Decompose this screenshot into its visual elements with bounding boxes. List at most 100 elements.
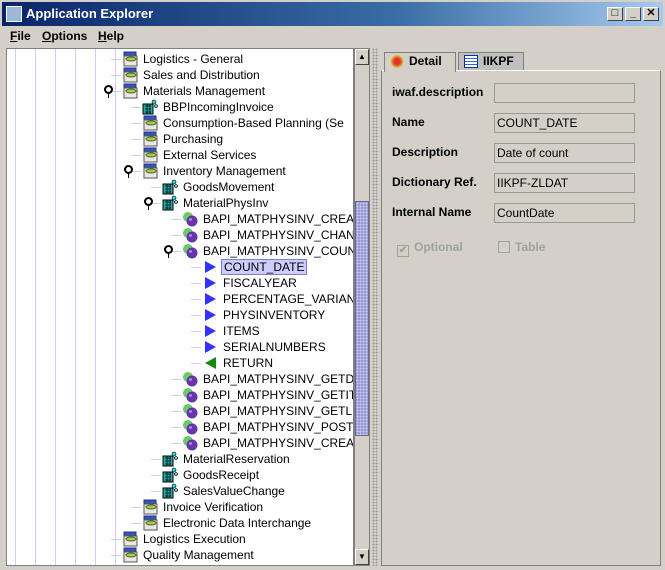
tree-connector bbox=[191, 283, 201, 284]
field-value[interactable]: IIKPF-ZLDAT bbox=[494, 173, 635, 193]
tree-connector bbox=[171, 443, 181, 444]
tree-guide-line bbox=[115, 49, 116, 565]
tree-connector bbox=[191, 331, 201, 332]
field-value[interactable]: COUNT_DATE bbox=[494, 113, 635, 133]
method-icon bbox=[182, 387, 198, 403]
menu-help[interactable]: Help bbox=[98, 29, 124, 43]
menu-options[interactable]: Options bbox=[42, 29, 87, 43]
folder-icon bbox=[142, 131, 158, 147]
split-pane-divider[interactable] bbox=[372, 48, 378, 566]
tree-connector bbox=[131, 507, 141, 508]
tree-connector bbox=[191, 267, 201, 268]
folder-icon bbox=[122, 51, 138, 67]
tree-connector bbox=[111, 539, 121, 540]
expand-handle-icon[interactable] bbox=[144, 197, 153, 210]
tree-node-label: Inventory Management bbox=[163, 164, 286, 178]
close-button[interactable]: ✕ bbox=[643, 7, 659, 21]
tree-connector bbox=[131, 107, 141, 108]
method-icon bbox=[182, 419, 198, 435]
table-icon bbox=[464, 55, 478, 68]
tree-connector bbox=[191, 363, 201, 364]
tree-node-label: RETURN bbox=[223, 356, 273, 370]
tree-connector bbox=[151, 459, 161, 460]
method-icon bbox=[182, 403, 198, 419]
tree-connector bbox=[171, 219, 181, 220]
expand-handle-icon[interactable] bbox=[104, 85, 113, 98]
tree-scrollbar[interactable]: ▲ ▼ bbox=[354, 48, 370, 566]
business-object-icon bbox=[162, 179, 178, 195]
maximize-button[interactable]: □ bbox=[607, 7, 623, 21]
tree-node-label: SalesValueChange bbox=[183, 484, 285, 498]
tree-connector bbox=[111, 555, 121, 556]
tree-node-label: COUNT_DATE bbox=[221, 259, 308, 275]
folder-icon bbox=[122, 83, 138, 99]
menu-file[interactable]: File bbox=[10, 29, 31, 43]
checkbox-label: Table bbox=[515, 240, 546, 254]
tree-node-label: BAPI_MATPHYSINV_CHAN bbox=[203, 228, 354, 242]
tree-connector bbox=[111, 59, 121, 60]
tree-connector bbox=[151, 475, 161, 476]
tree-node-label: Sales and Distribution bbox=[143, 68, 260, 82]
tab-label: Detail bbox=[409, 54, 442, 68]
method-icon bbox=[182, 243, 198, 259]
field-value[interactable]: CountDate bbox=[494, 203, 635, 223]
tree-node-label: PHYSINVENTORY bbox=[223, 308, 326, 322]
import-param-icon bbox=[202, 323, 218, 339]
tree-node-label: Electronic Data Interchange bbox=[163, 516, 312, 530]
tree-guide-line bbox=[75, 49, 76, 565]
tree-node-label: External Services bbox=[163, 148, 257, 162]
tree-connector bbox=[191, 299, 201, 300]
tree-node-label: Consumption-Based Planning (Se bbox=[163, 116, 344, 130]
tab-detail[interactable]: Detail bbox=[384, 52, 456, 72]
business-object-icon bbox=[142, 99, 158, 115]
tree-guide-line bbox=[55, 49, 56, 565]
tree-connector bbox=[171, 235, 181, 236]
window-title: Application Explorer bbox=[26, 6, 154, 21]
tree-connector bbox=[171, 395, 181, 396]
field-label: Internal Name bbox=[392, 205, 472, 219]
import-param-icon bbox=[202, 291, 218, 307]
tree-connector bbox=[131, 123, 141, 124]
field-label: iwaf.description bbox=[392, 85, 484, 99]
folder-icon bbox=[142, 147, 158, 163]
folder-icon bbox=[122, 547, 138, 563]
optional-checkbox[interactable]: ✔ Optional bbox=[397, 240, 463, 257]
tree-node-label: BAPI_MATPHYSINV_COUN bbox=[203, 244, 354, 258]
checkbox-checked-icon: ✔ bbox=[397, 245, 409, 257]
detail-icon bbox=[390, 55, 404, 68]
tree-node-label: BAPI_MATPHYSINV_CREA bbox=[203, 212, 354, 226]
scroll-thumb[interactable] bbox=[355, 201, 369, 436]
expand-handle-icon[interactable] bbox=[124, 165, 133, 178]
tree-view[interactable]: Logistics - General Sales and Distributio… bbox=[6, 48, 354, 566]
tree-node-label: GoodsReceipt bbox=[183, 468, 260, 482]
tree-node-label: PERCENTAGE_VARIAN bbox=[223, 292, 354, 306]
tree-connector bbox=[131, 139, 141, 140]
import-param-icon bbox=[202, 307, 218, 323]
tree-node-label: SERIALNUMBERS bbox=[223, 340, 326, 354]
minimize-button[interactable]: _ bbox=[625, 7, 641, 21]
folder-icon bbox=[122, 67, 138, 83]
export-param-icon bbox=[202, 355, 218, 371]
table-checkbox[interactable]: Table bbox=[498, 240, 545, 254]
field-label: Dictionary Ref. bbox=[392, 175, 477, 189]
tree-node-label: FISCALYEAR bbox=[223, 276, 297, 290]
menu-bar: File Options Help bbox=[2, 26, 663, 46]
scroll-up-button[interactable]: ▲ bbox=[355, 49, 369, 65]
tree-node-label: Logistics Execution bbox=[143, 532, 246, 546]
expand-handle-icon[interactable] bbox=[164, 245, 173, 258]
tree-guide-line bbox=[35, 49, 36, 565]
tree-connector bbox=[171, 427, 181, 428]
tree-connector bbox=[131, 523, 141, 524]
folder-icon bbox=[142, 515, 158, 531]
method-icon bbox=[182, 435, 198, 451]
tree-connector bbox=[191, 347, 201, 348]
tree-node-label: BAPI_MATPHYSINV_POST bbox=[203, 420, 354, 434]
scroll-down-button[interactable]: ▼ bbox=[355, 549, 369, 565]
field-value[interactable]: Date of count bbox=[494, 143, 635, 163]
folder-icon bbox=[142, 163, 158, 179]
tree-connector bbox=[171, 379, 181, 380]
field-value[interactable] bbox=[494, 83, 635, 103]
tree-connector bbox=[191, 315, 201, 316]
tab-iikpf[interactable]: IIKPF bbox=[458, 52, 524, 71]
business-object-icon bbox=[162, 451, 178, 467]
